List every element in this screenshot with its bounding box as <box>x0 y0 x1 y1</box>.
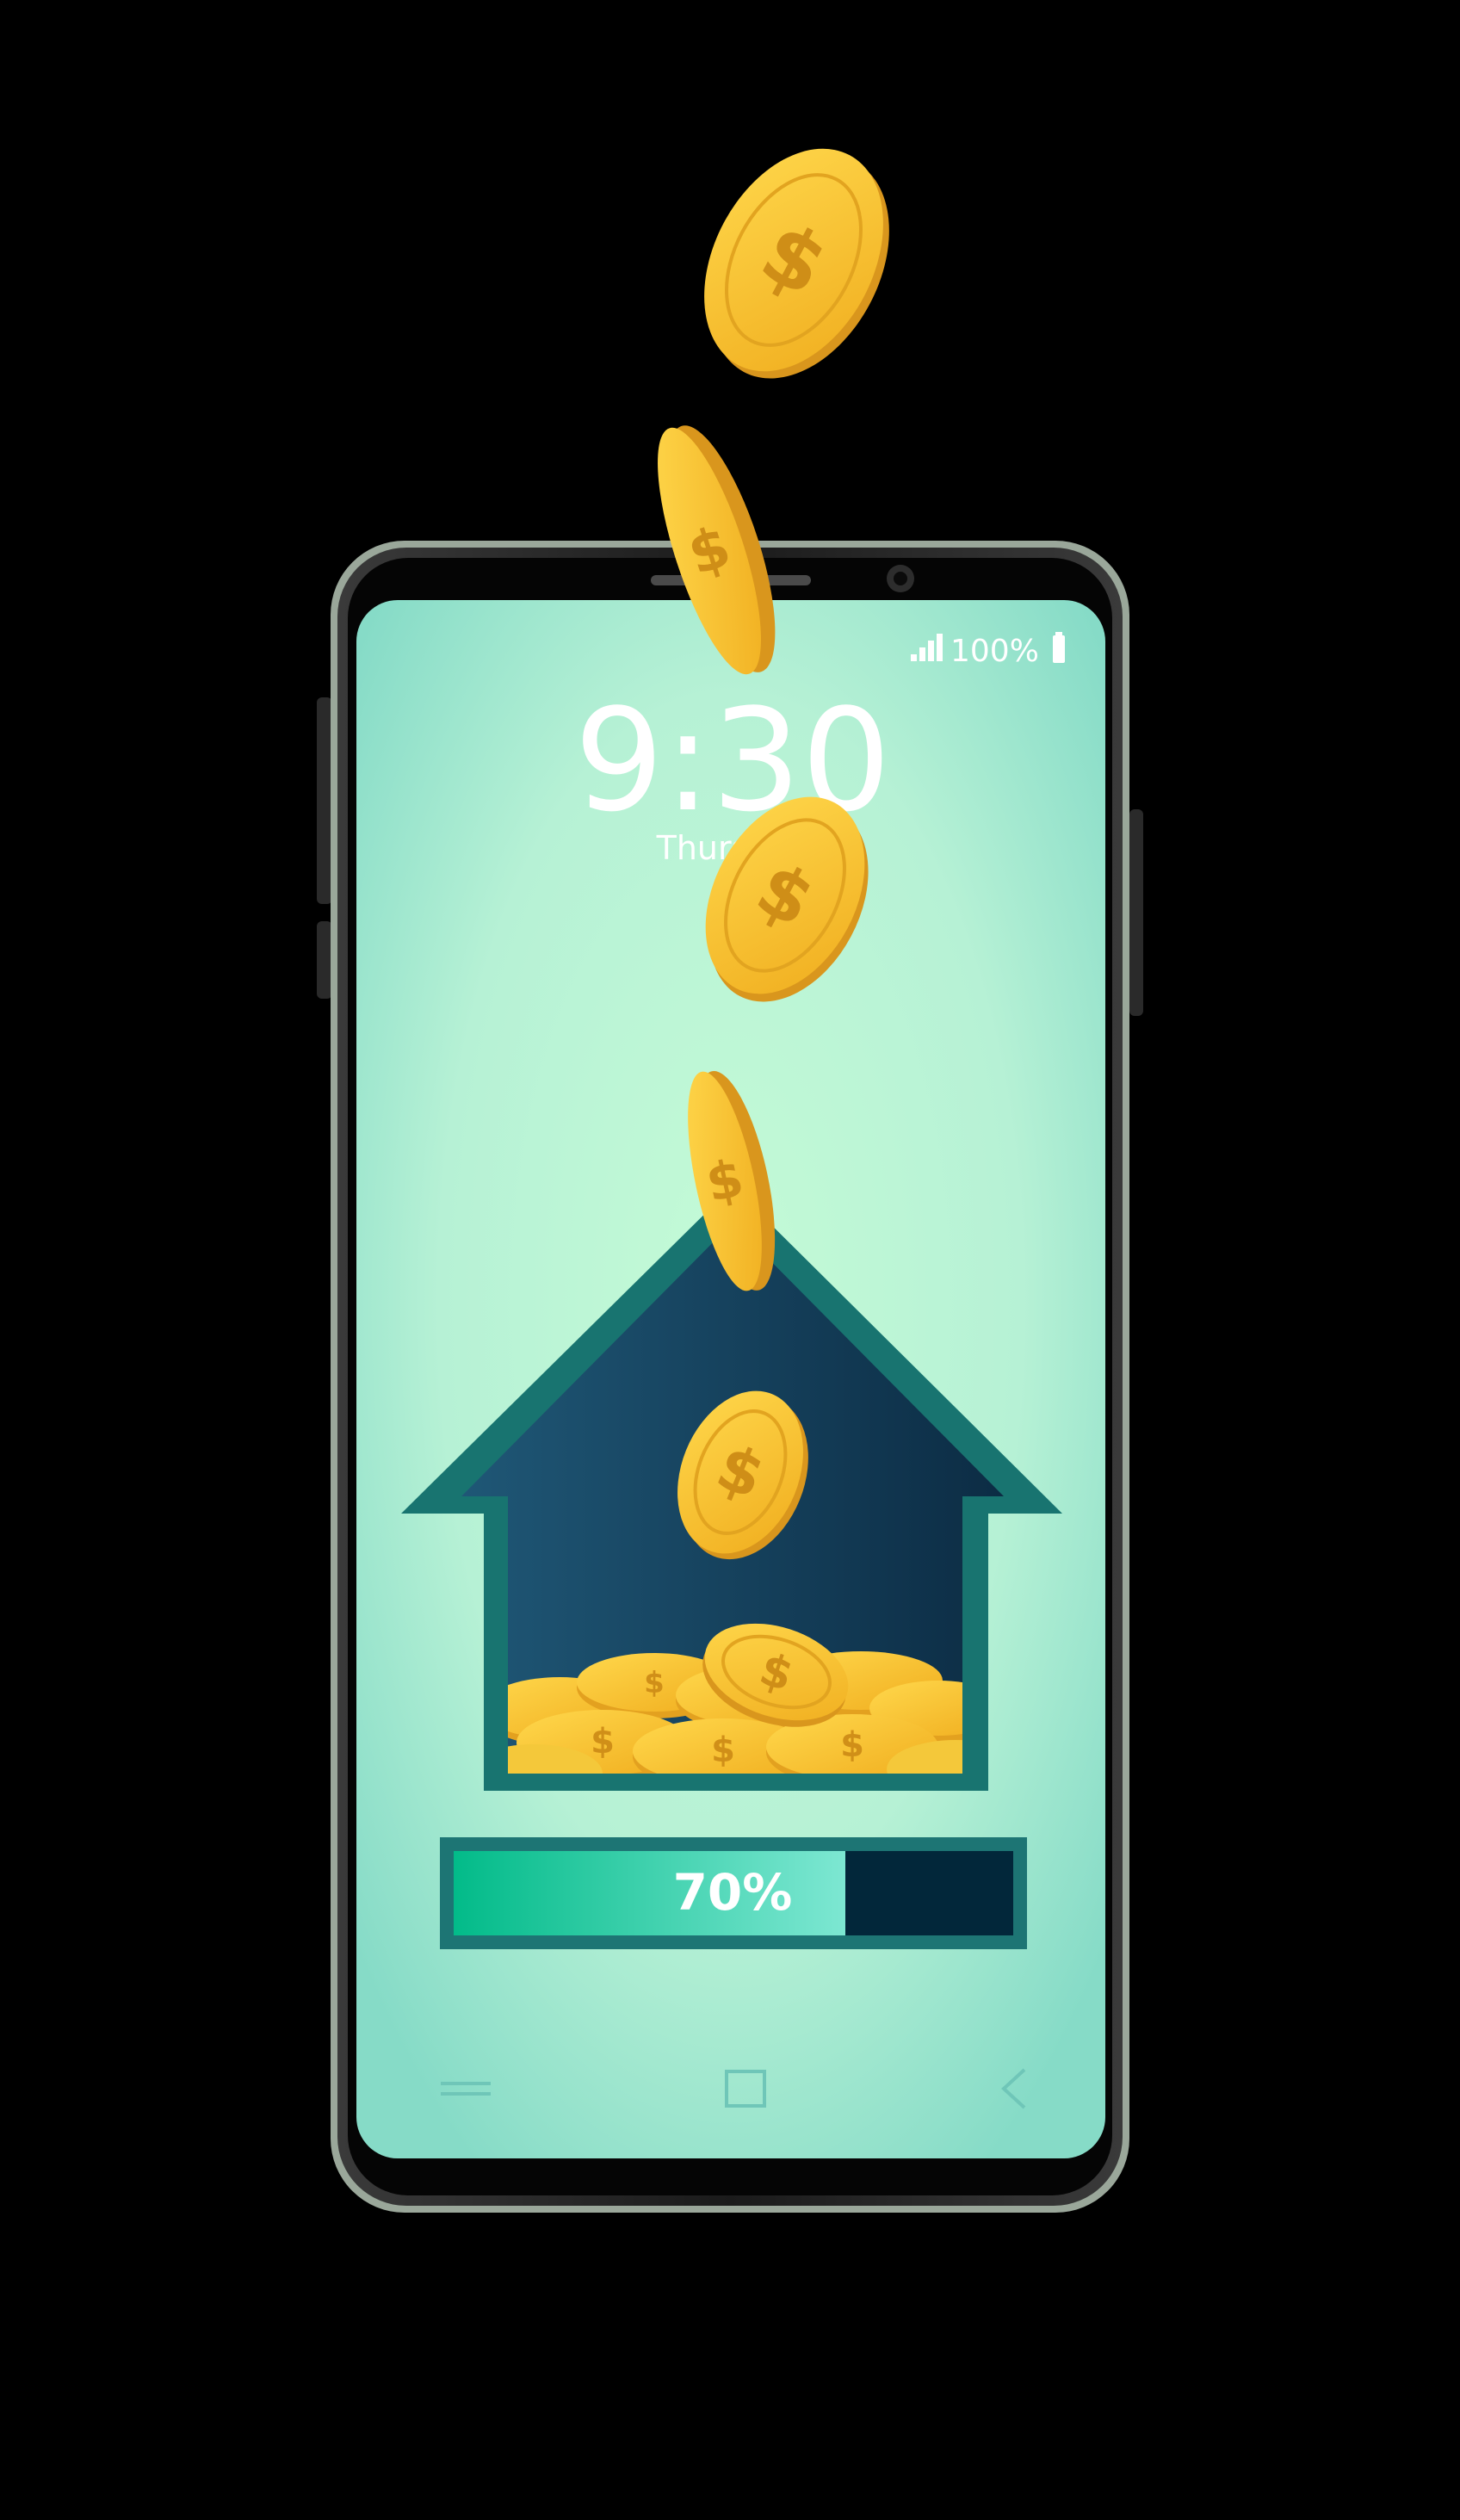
svg-text:$: $ <box>644 1666 665 1700</box>
svg-text:$: $ <box>711 1731 735 1770</box>
savings-progress-bar: 70% <box>440 1837 1027 1949</box>
svg-text:$: $ <box>840 1725 864 1765</box>
dollar-coin-icon: $ <box>704 148 889 379</box>
power-side-button <box>317 921 332 999</box>
svg-text:$: $ <box>591 1722 615 1762</box>
progress-label: 70% <box>673 1863 793 1922</box>
side-button <box>1129 809 1143 1016</box>
phone-illustration: 100% 9:30 Thursday <box>317 148 1143 2213</box>
battery-percentage: 100% <box>950 634 1039 669</box>
volume-button <box>317 697 332 904</box>
battery-icon <box>1053 632 1065 663</box>
